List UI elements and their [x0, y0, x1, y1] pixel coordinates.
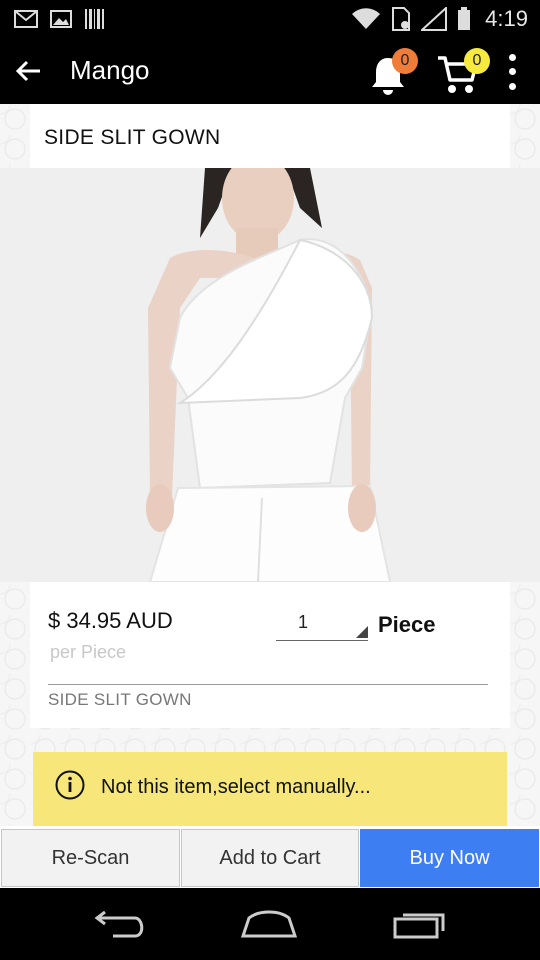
nav-home-icon [240, 910, 298, 938]
info-icon [55, 770, 85, 800]
notification-count-badge: 0 [392, 48, 418, 74]
dropdown-arrow-icon [356, 626, 368, 638]
add-to-cart-button[interactable]: Add to Cart [181, 829, 359, 887]
nav-recents-icon [393, 913, 445, 939]
app-title: Mango [70, 55, 150, 85]
quantity-unit-label: Piece [378, 612, 436, 637]
gmail-icon [14, 10, 38, 28]
status-bar: 4:19 [0, 0, 540, 38]
signal-icon [421, 7, 448, 31]
buy-now-button[interactable]: Buy Now [360, 829, 539, 887]
app-bar: Mango 0 0 [0, 38, 540, 104]
overflow-dot [508, 83, 516, 91]
back-button[interactable] [8, 51, 48, 91]
nav-recents-button[interactable] [386, 904, 456, 944]
product-content: SIDE SLIT GOWN $ 34.95 AUD per Piece 1 P… [0, 104, 540, 826]
product-price: $ 34.95 AUD [48, 608, 173, 633]
product-title: SIDE SLIT GOWN [44, 126, 221, 149]
overflow-menu-button[interactable] [500, 50, 524, 94]
notifications-button[interactable]: 0 [366, 48, 418, 96]
nav-home-button[interactable] [234, 904, 304, 944]
product-title-card: SIDE SLIT GOWN [30, 104, 510, 168]
quantity-value: 1 [298, 612, 309, 632]
overflow-dot [508, 68, 516, 76]
product-info-card: $ 34.95 AUD per Piece 1 Piece SIDE SLIT … [30, 582, 510, 728]
product-description: SIDE SLIT GOWN [48, 690, 192, 709]
wifi-icon [352, 8, 381, 29]
select-manually-notice[interactable]: Not this item,select manually... [33, 752, 507, 826]
nav-back-button[interactable] [84, 904, 154, 944]
clock: 4:19 [485, 6, 528, 31]
product-image [0, 168, 540, 582]
image-icon [50, 10, 72, 28]
battery-icon [458, 7, 471, 30]
sim-icon [392, 7, 411, 31]
nav-back-icon [94, 910, 144, 938]
overflow-dot [508, 53, 516, 61]
model-illustration [0, 168, 540, 582]
system-nav-bar [0, 888, 540, 960]
price-unit: per Piece [50, 642, 127, 662]
action-bar: Re-Scan Add to Cart Buy Now [0, 826, 540, 888]
notice-text: Not this item,select manually... [101, 776, 371, 798]
quantity-dropdown[interactable]: 1 [276, 608, 368, 641]
rescan-button[interactable]: Re-Scan [1, 829, 180, 887]
divider [48, 684, 488, 685]
back-arrow-icon [15, 60, 40, 82]
cart-count-badge: 0 [464, 48, 490, 74]
barcode-icon [85, 9, 104, 29]
cart-button[interactable]: 0 [436, 46, 492, 96]
